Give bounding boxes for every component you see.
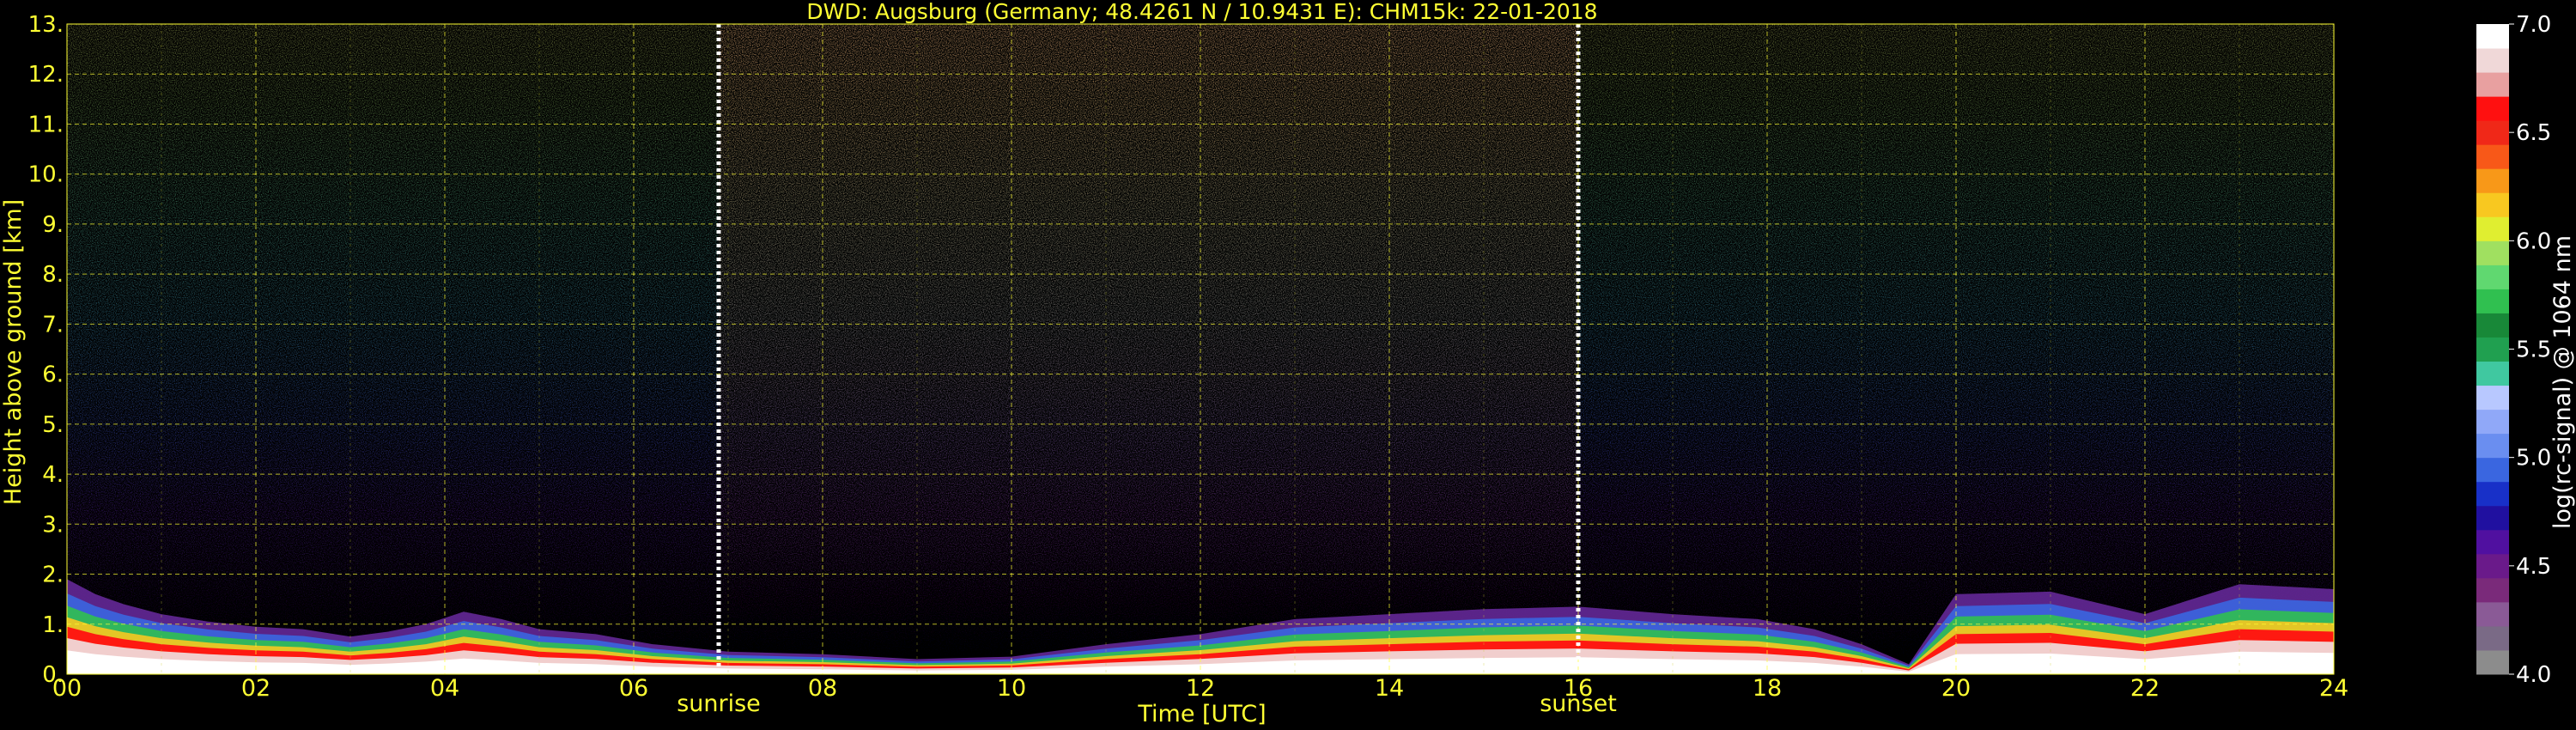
y-tick-label: 9. — [42, 212, 64, 238]
x-tick-label: 08 — [808, 675, 837, 702]
colorbar-segment — [2476, 72, 2509, 97]
colorbar-segment — [2476, 529, 2509, 555]
colorbar-label: log(rc-signal) @ 1064 nm — [2549, 235, 2576, 529]
colorbar-segment — [2476, 505, 2509, 531]
colorbar-segment — [2476, 601, 2509, 627]
colorbar-segment — [2476, 625, 2509, 651]
sunrise-label: sunrise — [677, 690, 761, 717]
colorbar-segment — [2476, 385, 2509, 411]
colorbar-segment — [2476, 457, 2509, 483]
x-tick-label: 20 — [1941, 675, 1971, 702]
y-tick-label: 7. — [42, 312, 64, 338]
x-tick-label: 16 — [1564, 675, 1593, 702]
plot-area: sunrise sunset — [66, 23, 2335, 717]
x-tick-label: 02 — [241, 675, 270, 702]
colorbar-segment — [2476, 240, 2509, 265]
y-tick-label: 13. — [28, 12, 64, 38]
colorbar-tick-label: 6.0 — [2516, 228, 2551, 254]
colorbar-segment — [2476, 649, 2509, 675]
colorbar-segment — [2476, 553, 2509, 579]
colorbar-tick-label: 6.5 — [2516, 120, 2551, 146]
colorbar-segment — [2476, 120, 2509, 145]
chart-title: DWD: Augsburg (Germany; 48.4261 N / 10.9… — [806, 0, 1597, 24]
y-tick-label: 2. — [42, 563, 64, 588]
colorbar-segment — [2476, 481, 2509, 507]
x-tick-label: 10 — [997, 675, 1026, 702]
colorbar-segment — [2476, 265, 2509, 289]
x-tick-label: 18 — [1753, 675, 1782, 702]
x-tick-label: 00 — [52, 675, 82, 702]
colorbar-tick-label: 5.0 — [2516, 446, 2551, 471]
colorbar-segment — [2476, 361, 2509, 386]
y-tick-label: 4. — [42, 462, 64, 488]
ceilometer-chart: sunrise sunset 0.1.2.3.4.5.6.7.8.9.10.11.… — [0, 0, 2576, 727]
y-tick-label: 5. — [42, 412, 64, 438]
y-tick-label: 10. — [28, 162, 64, 188]
colorbar-segment — [2476, 313, 2509, 338]
x-tick-label: 04 — [430, 675, 459, 702]
colorbar-segment — [2476, 168, 2509, 193]
colorbar-segment — [2476, 144, 2509, 169]
colorbar-tick-label: 7.0 — [2516, 12, 2551, 38]
y-tick-label: 12. — [28, 62, 64, 88]
colorbar-segment — [2476, 216, 2509, 241]
colorbar-segment — [2476, 577, 2509, 603]
colorbar-segment — [2476, 433, 2509, 459]
colorbar-tick-label: 4.5 — [2516, 554, 2551, 580]
colorbar-tick-label: 5.5 — [2516, 338, 2551, 363]
x-axis-label: Time [UTC] — [1137, 701, 1266, 727]
x-tick-label: 12 — [1186, 675, 1215, 702]
x-tick-label: 14 — [1375, 675, 1404, 702]
y-tick-label: 11. — [28, 112, 64, 137]
colorbar-segment — [2476, 192, 2509, 217]
colorbar-segment — [2476, 409, 2509, 435]
y-tick-label: 6. — [42, 362, 64, 388]
colorbar-segment — [2476, 337, 2509, 362]
y-axis-ticks: 0.1.2.3.4.5.6.7.8.9.10.11.12.13. — [28, 12, 64, 688]
y-tick-label: 3. — [42, 512, 64, 538]
daylight-signal — [719, 24, 1578, 674]
colorbar-segment — [2476, 289, 2509, 313]
y-tick-label: 1. — [42, 612, 64, 638]
x-tick-label: 22 — [2130, 675, 2160, 702]
x-tick-label: 24 — [2319, 675, 2348, 702]
colorbar-segment — [2476, 96, 2509, 121]
colorbar-segment — [2476, 48, 2509, 73]
colorbar: 4.0 4.5 5.0 5.5 6.0 6.5 7.0 — [2476, 12, 2551, 688]
x-axis-ticks: 00 02 04 06 08 10 12 14 16 18 20 22 24 — [52, 675, 2348, 702]
y-tick-label: 8. — [42, 262, 64, 288]
colorbar-tick-label: 4.0 — [2516, 662, 2551, 688]
x-tick-label: 06 — [619, 675, 648, 702]
colorbar-segment — [2476, 24, 2509, 49]
y-axis-label: Height above ground [km] — [0, 199, 27, 505]
